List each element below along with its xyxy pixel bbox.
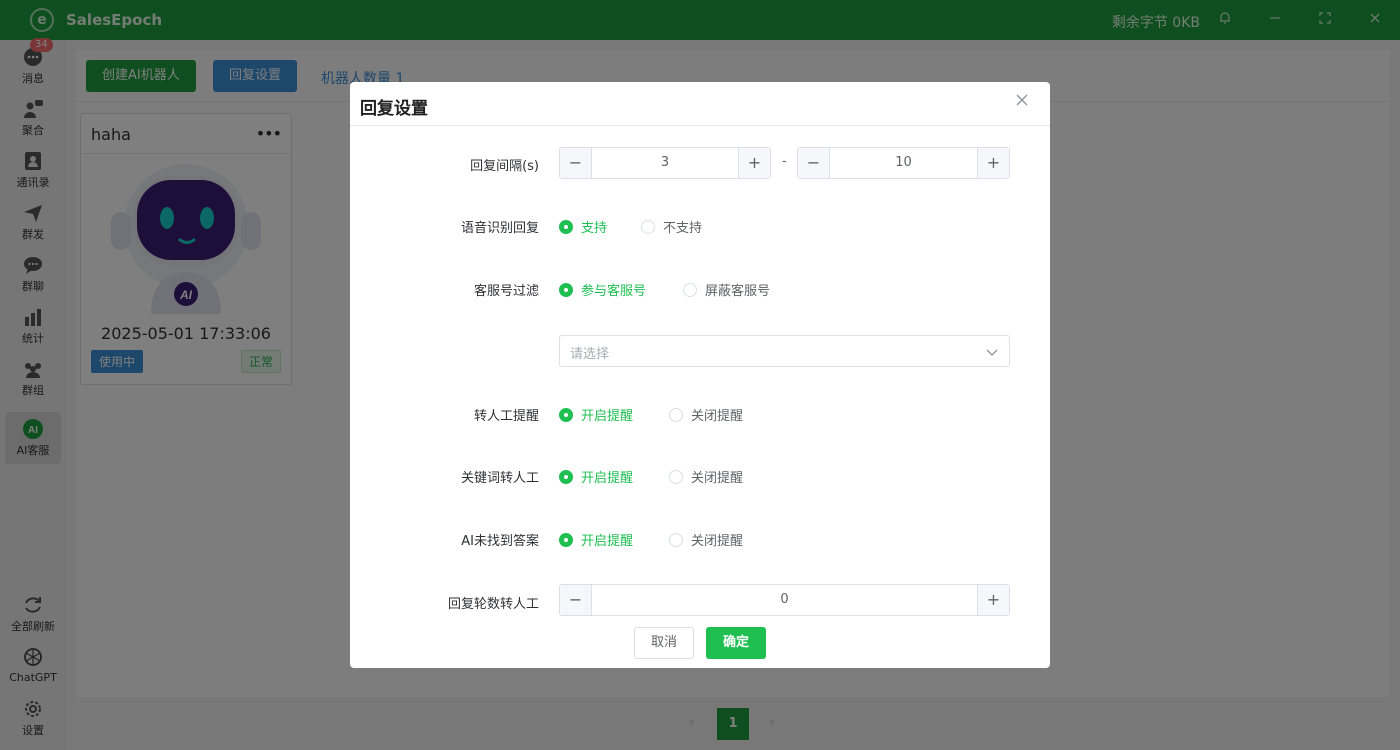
radio-dot: [683, 283, 697, 297]
rounds-manual-stepper[interactable]: − 0 +: [559, 584, 1010, 616]
radio-dot: [559, 220, 573, 234]
radio-label: 关闭提醒: [691, 471, 744, 486]
cancel-button[interactable]: 取消: [634, 627, 694, 659]
close-icon[interactable]: [1014, 92, 1030, 108]
radio-dot: [559, 283, 573, 297]
radio-dot: [559, 533, 573, 547]
radio-label: 支持: [581, 221, 608, 236]
radio-dot: [669, 533, 683, 547]
interval-label: 回复间隔(s): [470, 159, 539, 174]
ai-no-answer-off-radio[interactable]: 关闭提醒: [669, 530, 743, 549]
reply-settings-dialog: 回复设置 回复间隔(s) − 3 + - − 10 + 语音识别回复 支持 不支…: [350, 82, 1050, 668]
radio-label: 屏蔽客服号: [705, 284, 771, 299]
radio-dot: [641, 220, 655, 234]
radio-label: 不支持: [663, 221, 703, 236]
increment-button[interactable]: +: [977, 585, 1009, 615]
interval-min-value[interactable]: 3: [593, 148, 737, 178]
increment-button[interactable]: +: [977, 148, 1009, 178]
manual-reminder-label: 转人工提醒: [473, 409, 539, 424]
service-account-select[interactable]: 请选择: [559, 335, 1010, 367]
range-separator: -: [782, 154, 787, 169]
confirm-button[interactable]: 确定: [706, 627, 766, 659]
voice-reply-label: 语音识别回复: [460, 221, 539, 236]
radio-label: 关闭提醒: [691, 409, 744, 424]
radio-label: 开启提醒: [581, 534, 634, 549]
rounds-manual-label: 回复轮数转人工: [447, 597, 539, 612]
keyword-manual-on-radio[interactable]: 开启提醒: [559, 467, 633, 486]
rounds-manual-value[interactable]: 0: [593, 585, 976, 615]
ai-no-answer-on-radio[interactable]: 开启提醒: [559, 530, 633, 549]
interval-max-value[interactable]: 10: [831, 148, 976, 178]
dialog-header: 回复设置: [350, 82, 1050, 126]
decrement-button[interactable]: −: [560, 585, 592, 615]
radio-label: 关闭提醒: [691, 534, 744, 549]
radio-dot: [559, 408, 573, 422]
radio-label: 参与客服号: [581, 284, 647, 299]
manual-reminder-off-radio[interactable]: 关闭提醒: [669, 405, 743, 424]
voice-unsupported-radio[interactable]: 不支持: [641, 217, 702, 236]
radio-label: 开启提醒: [581, 409, 634, 424]
interval-min-stepper[interactable]: − 3 +: [559, 147, 771, 179]
radio-dot: [669, 408, 683, 422]
ai-no-answer-label: AI未找到答案: [461, 534, 539, 549]
decrement-button[interactable]: −: [798, 148, 830, 178]
voice-support-radio[interactable]: 支持: [559, 217, 607, 236]
select-placeholder: 请选择: [570, 347, 610, 362]
decrement-button[interactable]: −: [560, 148, 592, 178]
dialog-title: 回复设置: [360, 99, 428, 119]
increment-button[interactable]: +: [738, 148, 770, 178]
chevron-down-icon: [985, 345, 999, 359]
service-include-radio[interactable]: 参与客服号: [559, 280, 646, 299]
radio-dot: [559, 470, 573, 484]
radio-dot: [669, 470, 683, 484]
radio-label: 开启提醒: [581, 471, 634, 486]
keyword-manual-off-radio[interactable]: 关闭提醒: [669, 467, 743, 486]
service-block-radio[interactable]: 屏蔽客服号: [683, 280, 770, 299]
service-filter-label: 客服号过滤: [473, 284, 539, 299]
interval-max-stepper[interactable]: − 10 +: [797, 147, 1010, 179]
keyword-manual-label: 关键词转人工: [460, 471, 539, 486]
manual-reminder-on-radio[interactable]: 开启提醒: [559, 405, 633, 424]
